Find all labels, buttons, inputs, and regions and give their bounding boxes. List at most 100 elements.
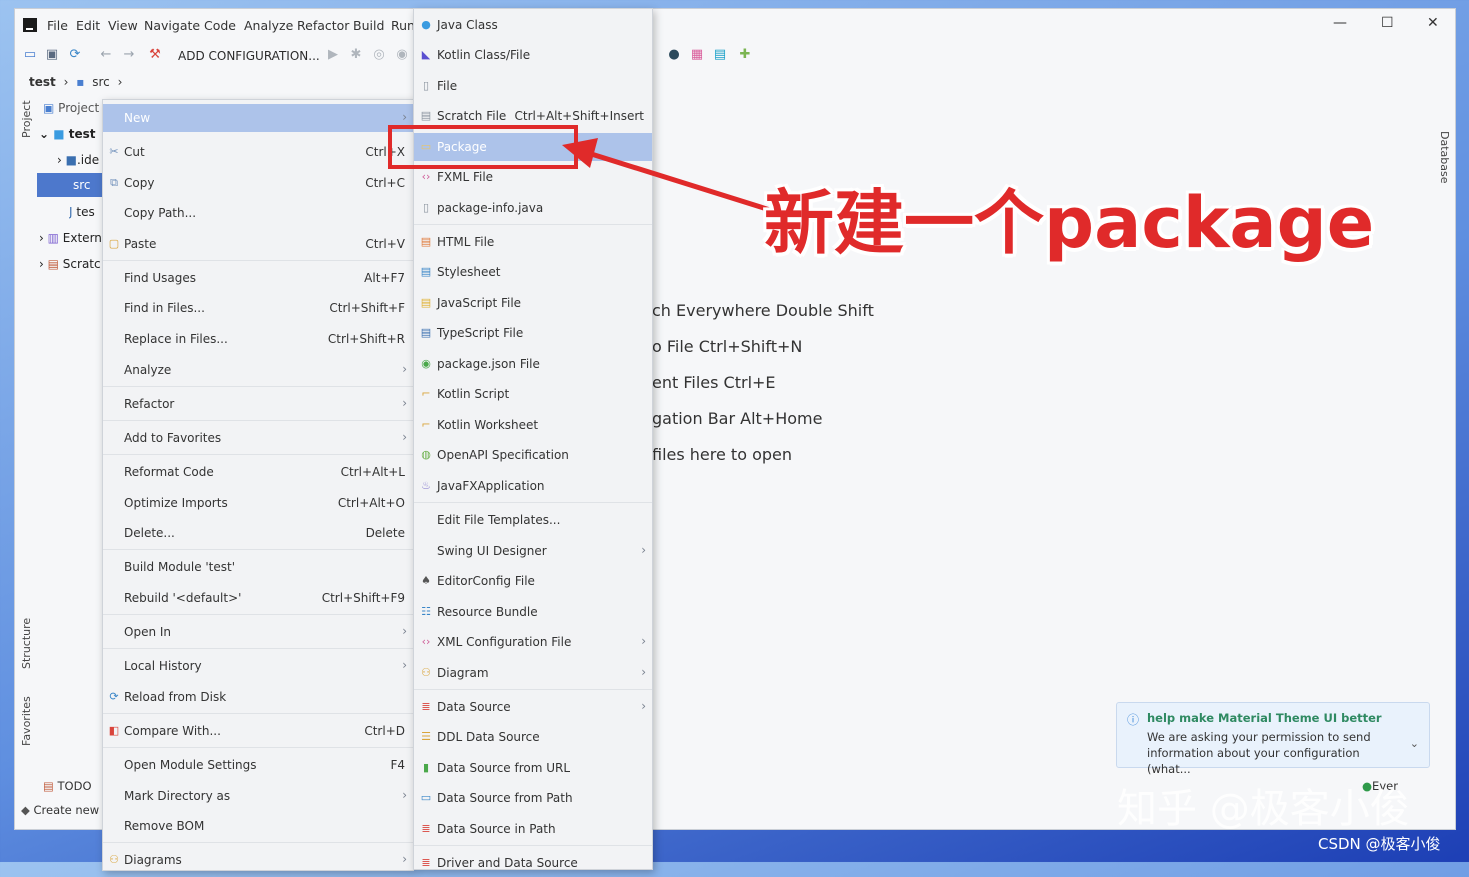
menu-item-rebuild[interactable]: Rebuild '<default>' Ctrl+Shift+F9 [103,584,413,612]
menu-view[interactable]: View [108,18,138,33]
notification-title[interactable]: help make Material Theme UI better [1147,711,1382,725]
new-ddl-data-source[interactable]: ☰ DDL Data Source [414,723,652,751]
plugin-icon[interactable]: ▦ [690,48,704,62]
new-diagram[interactable]: ⚇ Diagram › [414,659,652,687]
new-scratch-file[interactable]: ▤ Scratch File Ctrl+Alt+Shift+Insert [414,102,652,130]
menu-item-find-usages[interactable]: Find Usages Alt+F7 [103,264,413,292]
menu-edit[interactable]: Edit [76,18,100,33]
forward-icon[interactable]: → [122,48,136,62]
menu-item-compare-with[interactable]: ◧ Compare With... Ctrl+D [103,717,413,745]
menu-item-delete[interactable]: Delete... Delete [103,519,413,547]
menu-analyze[interactable]: Analyze [244,18,293,33]
minimize-button[interactable]: — [1333,15,1347,31]
menu-item-local-history[interactable]: Local History › [103,652,413,680]
menu-run[interactable]: Run [391,18,415,33]
menu-item-refactor[interactable]: Refactor › [103,390,413,418]
new-swing-ui-designer[interactable]: Swing UI Designer › [414,537,652,565]
menu-item-copy-path[interactable]: Copy Path... [103,199,413,227]
project-icon: ▣ [43,101,55,115]
menu-item-open-in[interactable]: Open In › [103,618,413,646]
new-stylesheet[interactable]: ▤ Stylesheet [414,258,652,286]
new-typescript-file[interactable]: ▤ TypeScript File [414,319,652,347]
new-package[interactable]: ▭ Package [414,133,652,161]
structure-tool-tab[interactable]: Structure [20,618,33,669]
profile-icon[interactable]: ◉ [395,48,409,62]
new-package-json[interactable]: ◉ package.json File [414,350,652,378]
new-editorconfig[interactable]: ♠ EditorConfig File [414,567,652,595]
notification-balloon[interactable]: ⓘ help make Material Theme UI better We … [1116,702,1430,776]
dataspell-icon[interactable]: ▤ [713,48,727,62]
new-kotlin-worksheet[interactable]: ⌐ Kotlin Worksheet [414,411,652,439]
new-xml-configuration[interactable]: ‹› XML Configuration File › [414,628,652,656]
new-html-file[interactable]: ▤ HTML File [414,228,652,256]
breadcrumb-test[interactable]: test [29,75,56,89]
menu-item-remove-bom[interactable]: Remove BOM [103,812,413,840]
menu-item-find-in-files[interactable]: Find in Files... Ctrl+Shift+F [103,294,413,322]
coverage-icon[interactable]: ◎ [372,48,386,62]
menu-item-replace-in-files[interactable]: Replace in Files... Ctrl+Shift+R [103,325,413,353]
back-icon[interactable]: ← [99,48,113,62]
new-resource-bundle[interactable]: ☷ Resource Bundle [414,598,652,626]
new-javafx-application[interactable]: ♨ JavaFXApplication [414,472,652,500]
menu-item-paste[interactable]: ▢ Paste Ctrl+V [103,230,413,258]
project-tool-tab[interactable]: Project [20,100,33,138]
menu-code[interactable]: Code [204,18,236,33]
menu-item-mark-directory-as[interactable]: Mark Directory as › [103,782,413,810]
new-javascript-file[interactable]: ▤ JavaScript File [414,289,652,317]
editor-hint: files here to open [652,445,793,464]
menu-item-open-module-settings[interactable]: Open Module Settings F4 [103,751,413,779]
create-new-status[interactable]: ◆ Create new [21,803,99,817]
todo-tab[interactable]: ▤ TODO [43,779,92,793]
menu-item-reload-from-disk[interactable]: ⟳ Reload from Disk [103,683,413,711]
new-file[interactable]: ▯ File [414,72,652,100]
database-icon: ≣ [421,822,431,835]
new-data-source-in-path[interactable]: ≣ Data Source in Path [414,815,652,843]
build-hammer-icon[interactable]: ⚒ [148,48,162,62]
puzzle-icon[interactable]: ✚ [738,48,752,62]
sync-icon[interactable]: ⟳ [68,48,82,62]
new-data-source-path[interactable]: ▭ Data Source from Path [414,784,652,812]
new-fxml-file[interactable]: ‹› FXML File [414,163,652,191]
new-java-class[interactable]: ● Java Class [414,11,652,39]
new-driver-and-data-source[interactable]: ≣ Driver and Data Source [414,849,652,877]
menu-item-copy[interactable]: ⧉ Copy Ctrl+C [103,169,413,197]
menu-build[interactable]: Build [353,18,384,33]
new-data-source[interactable]: ≣ Data Source › [414,693,652,721]
menu-item-cut[interactable]: ✂ Cut Ctrl+X [103,138,413,166]
menu-item-reformat-code[interactable]: Reformat Code Ctrl+Alt+L [103,458,413,486]
menu-refactor[interactable]: Refactor [297,18,349,33]
edit-file-templates[interactable]: Edit File Templates... [414,506,652,534]
menu-item-optimize-imports[interactable]: Optimize Imports Ctrl+Alt+O [103,489,413,517]
save-icon[interactable]: ▣ [45,48,59,62]
tree-node-selected[interactable]: src [37,173,103,197]
new-data-source-url[interactable]: ▮ Data Source from URL [414,754,652,782]
maximize-button[interactable]: ☐ [1381,15,1394,31]
menu-item-build-module[interactable]: Build Module 'test' [103,553,413,581]
close-button[interactable]: ✕ [1427,15,1439,31]
tree-node[interactable]: Ј tes [69,205,103,219]
tree-node[interactable]: › ▥ Extern [39,231,103,245]
tree-node[interactable]: ⌄ ■ test [39,127,103,141]
run-icon[interactable]: ▶ [326,48,340,62]
menu-item-add-to-favorites[interactable]: Add to Favorites › [103,424,413,452]
menu-item-new[interactable]: New › [103,104,413,132]
database-tool-tab[interactable]: Database [1438,131,1451,184]
search-everywhere-icon[interactable]: ● [667,48,681,62]
tree-node[interactable]: › ■.ide [57,153,103,167]
favorites-tool-tab[interactable]: Favorites [20,696,33,746]
open-folder-icon[interactable]: ▭ [23,48,37,62]
new-package-info[interactable]: ▯ package-info.java [414,194,652,222]
menu-item-diagrams[interactable]: ⚇ Diagrams › [103,846,413,874]
new-kotlin-class[interactable]: ◣ Kotlin Class/File [414,41,652,69]
menu-navigate[interactable]: Navigate [144,18,200,33]
chevron-down-icon[interactable]: ⌄ [1410,737,1419,750]
new-openapi-spec[interactable]: ◍ OpenAPI Specification [414,441,652,469]
menu-file[interactable]: File [47,18,68,33]
breadcrumb-src[interactable]: src [92,75,110,89]
tree-node[interactable]: › ▤ Scratc [39,257,103,271]
toolbar: ▭ ▣ ⟳ ← → ⚒ ADD CONFIGURATION... ▶ ✱ ◎ ◉… [15,41,1455,71]
run-configuration-selector[interactable]: ADD CONFIGURATION... [178,49,320,63]
new-kotlin-script[interactable]: ⌐ Kotlin Script [414,380,652,408]
debug-icon[interactable]: ✱ [349,48,363,62]
menu-item-analyze[interactable]: Analyze › [103,356,413,384]
